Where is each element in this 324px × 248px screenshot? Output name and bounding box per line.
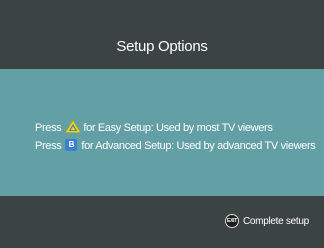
- easy-setup-prefix: Press: [35, 121, 62, 134]
- header-bar: Setup Options: [0, 0, 324, 69]
- blue-b-button-icon: B: [65, 139, 78, 151]
- exit-button-icon: EXIT: [225, 214, 239, 228]
- complete-setup-button[interactable]: EXIT Complete setup: [225, 214, 309, 228]
- setup-options-screen: Setup Options Press for Easy Setup: Used…: [0, 0, 324, 248]
- complete-setup-label: Complete setup: [243, 215, 309, 227]
- advanced-setup-prefix: Press: [35, 140, 62, 152]
- easy-setup-option[interactable]: Press for Easy Setup: Used by most TV vi…: [35, 119, 273, 134]
- page-title: Setup Options: [116, 38, 208, 55]
- advanced-setup-option[interactable]: Press B for Advanced Setup: Used by adva…: [35, 139, 316, 152]
- easy-setup-text: for Easy Setup: Used by most TV viewers: [83, 121, 273, 134]
- yellow-triangle-icon: [65, 119, 82, 133]
- advanced-setup-text: for Advanced Setup: Used by advanced TV …: [81, 140, 316, 152]
